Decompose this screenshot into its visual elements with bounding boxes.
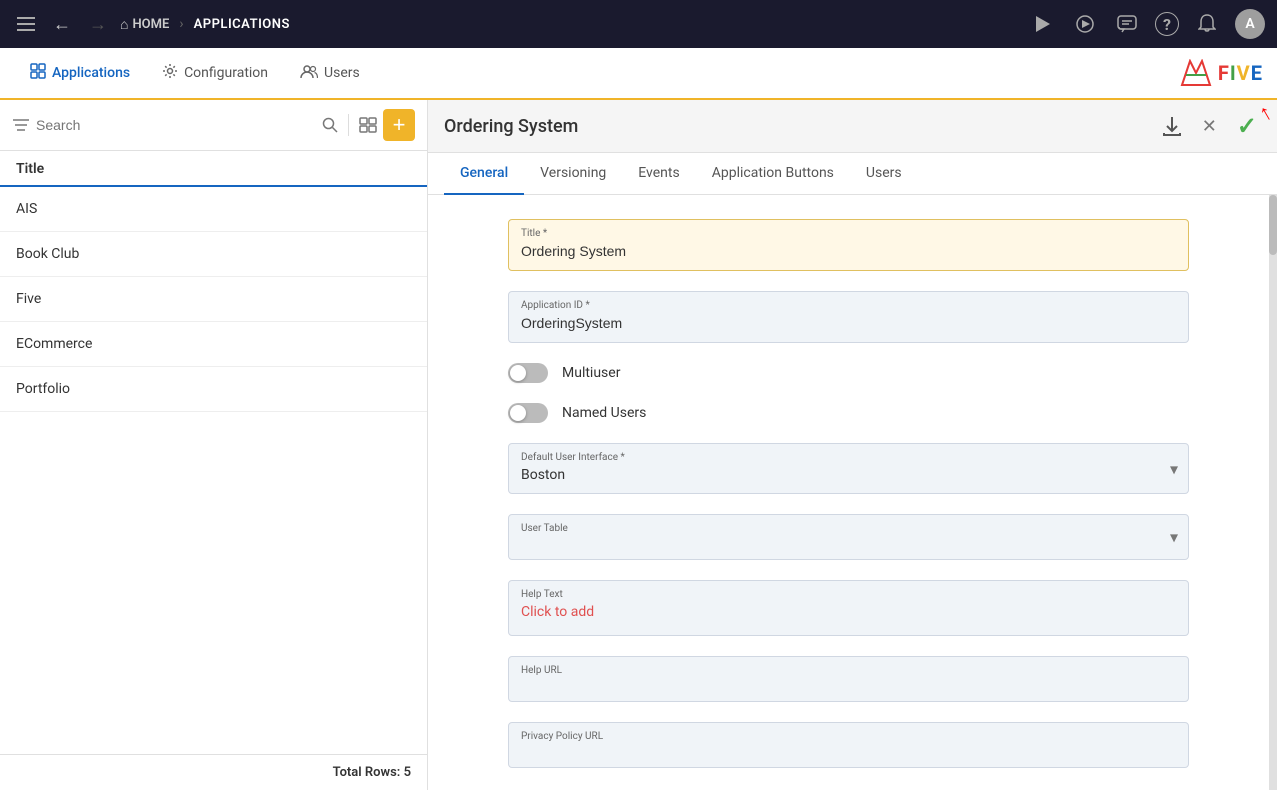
multiuser-row: Multiuser bbox=[508, 363, 1189, 383]
breadcrumb-sep: › bbox=[179, 16, 183, 32]
main-layout: + Title AIS Book Club Five ECommerce Por… bbox=[0, 100, 1277, 790]
home-nav[interactable]: ⌂ HOME bbox=[120, 16, 169, 33]
vertical-scrollbar[interactable] bbox=[1269, 195, 1277, 790]
user-table-label: User Table bbox=[521, 519, 1152, 534]
multiuser-label: Multiuser bbox=[562, 365, 620, 381]
home-icon: ⌂ bbox=[120, 16, 128, 33]
apps-breadcrumb: APPLICATIONS bbox=[194, 17, 290, 32]
preview-icon[interactable] bbox=[1071, 10, 1099, 38]
nav-tab-configuration[interactable]: Configuration bbox=[148, 55, 282, 91]
search-icon[interactable] bbox=[322, 117, 338, 133]
sidebar-list: AIS Book Club Five ECommerce Portfolio bbox=[0, 187, 427, 754]
named-users-knob bbox=[510, 405, 526, 421]
default-ui-arrow: ▾ bbox=[1170, 459, 1178, 478]
search-input[interactable] bbox=[36, 108, 316, 142]
nav-tab-applications[interactable]: Applications bbox=[16, 55, 144, 91]
sidebar-item-portfolio[interactable]: Portfolio bbox=[0, 367, 427, 412]
back-icon[interactable]: ← bbox=[48, 10, 76, 38]
users-icon bbox=[300, 64, 318, 83]
toggle-knob bbox=[510, 365, 526, 381]
sidebar-toolbar: + bbox=[0, 100, 427, 151]
named-users-toggle[interactable] bbox=[508, 403, 548, 423]
expand-icon[interactable] bbox=[359, 117, 377, 133]
nav-tab-users-label: Users bbox=[324, 65, 360, 81]
scrollbar-thumb[interactable] bbox=[1269, 195, 1277, 255]
chat-icon[interactable] bbox=[1113, 10, 1141, 38]
menu-icon[interactable] bbox=[12, 10, 40, 38]
tab-versioning[interactable]: Versioning bbox=[524, 153, 622, 195]
appid-input[interactable] bbox=[521, 315, 1176, 331]
sidebar-item-bookclub[interactable]: Book Club bbox=[0, 232, 427, 277]
title-field: Title * bbox=[508, 219, 1189, 271]
title-input[interactable] bbox=[521, 243, 1176, 259]
form-content: Title * Application ID * bbox=[428, 195, 1269, 790]
save-button[interactable]: ✓ bbox=[1233, 108, 1261, 144]
content-title: Ordering System bbox=[444, 116, 1146, 137]
tabs-bar: General Versioning Events Application Bu… bbox=[428, 153, 1277, 195]
play-icon[interactable] bbox=[1029, 10, 1057, 38]
appid-field: Application ID * bbox=[508, 291, 1189, 343]
nav-tab-applications-label: Applications bbox=[52, 65, 130, 81]
named-users-label: Named Users bbox=[562, 405, 646, 421]
user-avatar[interactable]: A bbox=[1235, 9, 1265, 39]
five-logo: F I V E bbox=[1180, 59, 1261, 87]
help-url-field: Help URL bbox=[508, 656, 1189, 702]
forward-icon[interactable]: → bbox=[84, 10, 112, 38]
applications-icon bbox=[30, 63, 46, 83]
filter-icon[interactable] bbox=[12, 118, 30, 132]
help-text-field: Help Text Click to add bbox=[508, 580, 1189, 636]
title-label: Title * bbox=[521, 224, 1176, 239]
config-icon bbox=[162, 63, 178, 83]
nav-tab-users[interactable]: Users bbox=[286, 56, 374, 91]
privacy-policy-label: Privacy Policy URL bbox=[521, 727, 1176, 742]
tab-users[interactable]: Users bbox=[850, 153, 918, 195]
help-text-value[interactable]: Click to add bbox=[521, 604, 1176, 620]
help-text-label: Help Text bbox=[521, 585, 1176, 600]
nav-tab-configuration-label: Configuration bbox=[184, 65, 268, 81]
content-area: Ordering System ✕ ✓ ↑ General Versioning bbox=[428, 100, 1277, 790]
sidebar-header: Title bbox=[0, 151, 427, 187]
named-users-row: Named Users bbox=[508, 403, 1189, 423]
privacy-policy-field: Privacy Policy URL bbox=[508, 722, 1189, 768]
sidebar-footer: Total Rows: 5 bbox=[0, 754, 427, 790]
default-ui-value: Boston bbox=[521, 467, 1152, 483]
tab-application-buttons[interactable]: Application Buttons bbox=[696, 153, 850, 195]
user-table-field: User Table ▾ bbox=[508, 514, 1189, 560]
sidebar-item-ais[interactable]: AIS bbox=[0, 187, 427, 232]
appid-label: Application ID * bbox=[521, 296, 1176, 311]
default-ui-field: Default User Interface * Boston ▾ bbox=[508, 443, 1189, 494]
default-ui-label: Default User Interface * bbox=[521, 448, 1152, 463]
help-icon[interactable]: ? bbox=[1155, 12, 1179, 36]
top-nav-right: ? A bbox=[1029, 9, 1265, 39]
home-label: HOME bbox=[132, 17, 169, 32]
help-url-label: Help URL bbox=[521, 661, 1176, 676]
download-button[interactable] bbox=[1158, 111, 1186, 141]
secondary-nav: Applications Configuration Users F I bbox=[0, 48, 1277, 100]
sidebar: + Title AIS Book Club Five ECommerce Por… bbox=[0, 100, 428, 790]
content-header: Ordering System ✕ ✓ ↑ bbox=[428, 100, 1277, 153]
tab-general[interactable]: General bbox=[444, 153, 524, 195]
divider bbox=[348, 114, 349, 136]
close-button[interactable]: ✕ bbox=[1198, 112, 1221, 141]
tab-events[interactable]: Events bbox=[622, 153, 695, 195]
user-table-arrow: ▾ bbox=[1170, 528, 1178, 547]
multiuser-toggle[interactable] bbox=[508, 363, 548, 383]
add-button[interactable]: + bbox=[383, 109, 415, 141]
notifications-icon[interactable] bbox=[1193, 10, 1221, 38]
sidebar-item-ecommerce[interactable]: ECommerce bbox=[0, 322, 427, 367]
top-nav: ← → ⌂ HOME › APPLICATIONS ? bbox=[0, 0, 1277, 48]
sidebar-item-five[interactable]: Five bbox=[0, 277, 427, 322]
